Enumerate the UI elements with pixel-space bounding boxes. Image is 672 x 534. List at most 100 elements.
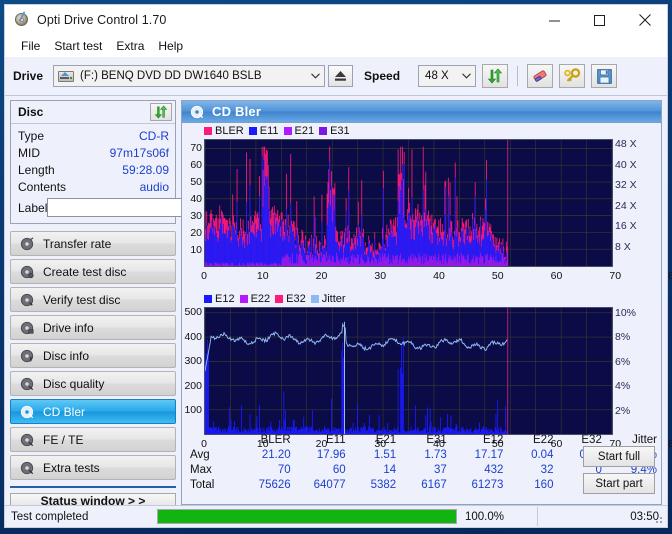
disc-length-value: 59:28.09 — [122, 162, 169, 177]
x-tick-label: 0 — [201, 270, 207, 282]
stats-cell: 60 — [332, 463, 346, 476]
refresh-icon — [154, 105, 168, 119]
stats-col-e22: E22 — [533, 434, 554, 446]
e1x-plot-canvas — [204, 308, 613, 434]
disc-icon — [19, 404, 34, 419]
x-tick-label: 70 — [609, 270, 622, 282]
cd-bler-panel: CD Bler BLER E11 E21 E31 10 20 30 40 50 … — [181, 100, 672, 505]
statistics-table: BLER E11 E21 E31 E12 E22 E32 Jitter Avg 21.20 17.9… — [182, 432, 661, 504]
disc-refresh-button[interactable] — [150, 103, 172, 121]
progress-bar-fill — [158, 510, 456, 523]
stats-cell: 61273 — [471, 478, 504, 491]
bler-chart: BLER E11 E21 E31 10 20 30 40 50 60 70 8 X 16 X 2… — [182, 123, 672, 289]
chevron-down-icon — [311, 66, 320, 86]
stats-cell: 1.73 — [424, 448, 447, 461]
disc-icon — [19, 236, 34, 251]
toolbar: Drive (F:) BENQ DVD DD DW1640 BSLB Speed… — [5, 57, 667, 96]
y-tick-label: 400 — [184, 330, 202, 343]
stats-row-label: Max — [190, 463, 212, 476]
stats-col-e11: E11 — [326, 434, 346, 446]
stats-cell: 17.96 — [316, 448, 346, 461]
sidebar-item-label: Extra tests — [43, 460, 100, 475]
maximize-button[interactable] — [577, 5, 622, 35]
legend-item-e22: E22 — [239, 293, 270, 305]
bler-plot-canvas — [204, 140, 613, 266]
eject-button[interactable] — [328, 65, 354, 87]
stats-cell: 432 — [484, 463, 504, 476]
y2-tick-label: 32 X — [615, 179, 637, 192]
sidebar-item-fe-te[interactable]: FE / TE — [10, 427, 176, 452]
disc-type-label: Type — [18, 128, 45, 143]
sidebar-item-verify-test-disc[interactable]: Verify test disc — [10, 287, 176, 312]
stats-cell: 21.20 — [261, 448, 291, 461]
y2-tick-label: 10% — [615, 307, 637, 320]
sidebar-item-cd-bler[interactable]: CD Bler — [10, 399, 176, 424]
x-tick-label: 80 — [668, 438, 672, 450]
stats-cell: 1.51 — [373, 448, 397, 461]
disc-mid-value: 97m17s06f — [109, 145, 169, 160]
disc-icon — [189, 104, 204, 119]
close-button[interactable] — [622, 5, 667, 35]
disc-icon — [19, 292, 34, 307]
speed-label: Speed — [364, 69, 401, 83]
x-tick-label: 60 — [550, 270, 563, 282]
menu-help[interactable]: Help — [151, 37, 190, 55]
progress-bar — [157, 509, 457, 524]
y-tick-label: 60 — [190, 158, 202, 171]
window-body: Disc Type CD-R MID 97m17s06f Length 59:2… — [5, 96, 672, 509]
legend-item-jitter: Jitter — [310, 293, 346, 305]
erase-button[interactable] — [527, 64, 554, 88]
save-icon — [596, 68, 612, 84]
speed-select-value: 48 X — [425, 70, 449, 82]
save-button[interactable] — [591, 64, 618, 88]
y-tick-label: 200 — [184, 379, 202, 392]
start-part-button[interactable]: Start part — [583, 473, 655, 494]
y2-tick-label: 16 X — [615, 220, 637, 233]
disc-panel-title: Disc — [18, 105, 44, 119]
y-tick-label: 300 — [184, 355, 202, 368]
legend-item-e12: E12 — [204, 293, 235, 305]
disc-mid-label: MID — [18, 145, 40, 160]
menu-start-test[interactable]: Start test — [47, 37, 109, 55]
sidebar-item-label: FE / TE — [43, 432, 84, 447]
speed-select[interactable]: 48 X — [418, 65, 477, 87]
cd-bler-header: CD Bler — [182, 101, 661, 123]
menu-file[interactable]: File — [14, 37, 47, 55]
stats-col-e12: E12 — [482, 434, 504, 446]
sidebar-item-transfer-rate[interactable]: Transfer rate — [10, 231, 176, 256]
e1x-plot — [204, 307, 613, 435]
refresh-drive-button[interactable] — [482, 64, 509, 88]
sidebar-item-disc-info[interactable]: Disc info — [10, 343, 176, 368]
application-window: Opti Drive Control 1.70 File Start test … — [4, 4, 672, 528]
sidebar-item-extra-tests[interactable]: Extra tests — [10, 455, 176, 480]
sidebar-item-drive-info[interactable]: Drive info — [10, 315, 176, 340]
sidebar-item-disc-quality[interactable]: Disc quality — [10, 371, 176, 396]
x-tick-label: 80 — [668, 270, 672, 282]
y-tick-label: 40 — [190, 192, 202, 205]
window-controls — [532, 5, 667, 35]
disc-row-length: Length 59:28.09 — [18, 161, 169, 178]
resize-grip[interactable] — [652, 513, 664, 525]
disc-type-value: CD-R — [139, 128, 169, 143]
start-full-button[interactable]: Start full — [583, 446, 655, 467]
test-nav-list: Transfer rate Create test disc Verify te… — [10, 231, 176, 480]
stats-cell: 6167 — [421, 478, 447, 491]
legend-item-e21: E21 — [283, 125, 314, 137]
refresh-icon — [487, 68, 503, 84]
minimize-button[interactable] — [532, 5, 577, 35]
y2-tick-label: 48 X — [615, 138, 637, 151]
settings-key-button[interactable] — [559, 64, 586, 88]
stats-row-label: Avg — [190, 448, 210, 461]
disc-label-input[interactable] — [47, 198, 198, 217]
stats-cell: 160 — [534, 478, 554, 491]
cd-bler-title: CD Bler — [212, 104, 262, 119]
x-tick-label: 20 — [315, 270, 328, 282]
stats-col-bler: BLER — [260, 434, 291, 446]
disc-row-mid: MID 97m17s06f — [18, 144, 169, 161]
y2-tick-label: 40 X — [615, 158, 637, 171]
sidebar-item-create-test-disc[interactable]: Create test disc — [10, 259, 176, 284]
y-tick-label: 10 — [190, 243, 202, 256]
drive-select[interactable]: (F:) BENQ DVD DD DW1640 BSLB — [53, 65, 326, 87]
menu-extra[interactable]: Extra — [109, 37, 151, 55]
sidebar-item-label: Verify test disc — [43, 292, 121, 307]
